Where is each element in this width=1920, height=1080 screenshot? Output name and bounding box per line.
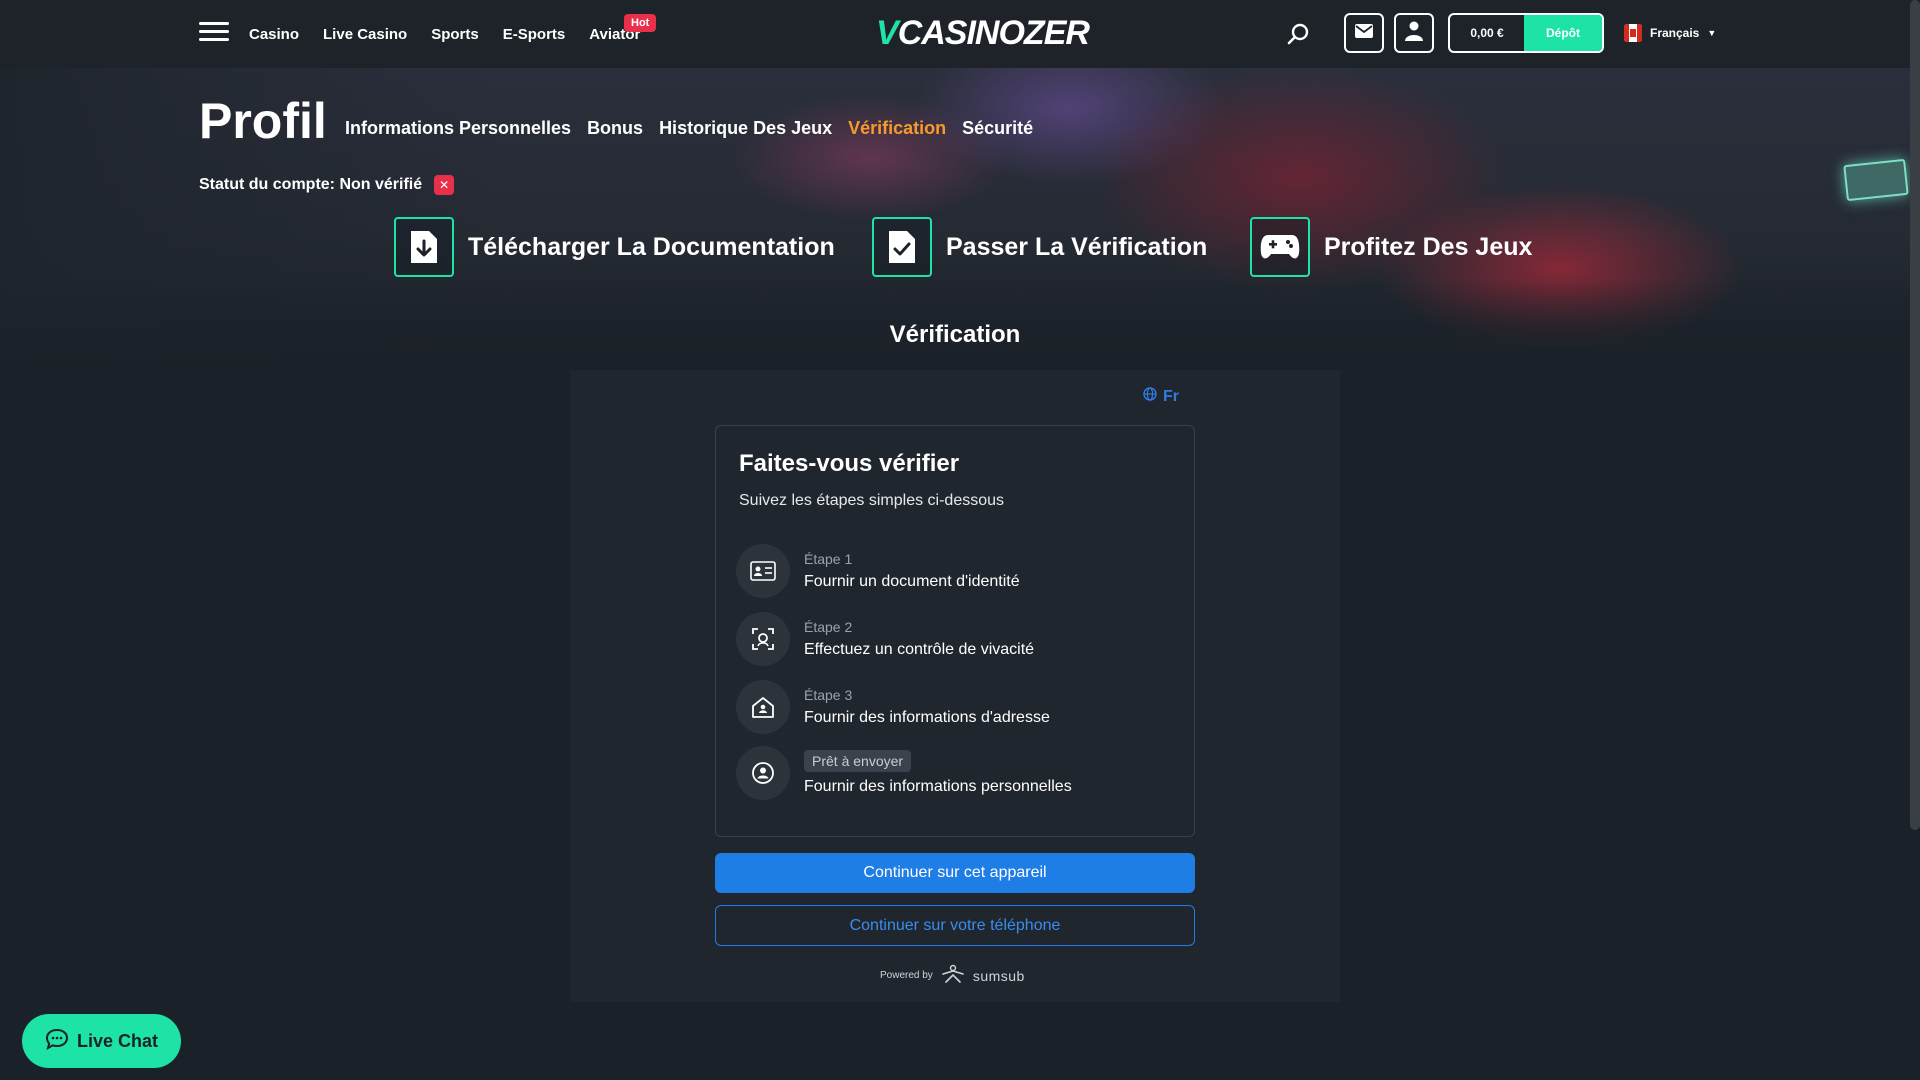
continue-on-phone-button[interactable]: Continuer sur votre téléphone	[715, 905, 1195, 946]
widget-language-switch[interactable]: Fr	[1143, 387, 1179, 406]
live-chat-button[interactable]: Live Chat	[22, 1014, 181, 1068]
person-icon	[736, 746, 790, 800]
step-2-text: Effectuez un contrôle de vivacité	[804, 641, 1035, 658]
file-download-icon	[394, 217, 454, 277]
card-subtitle: Suivez les étapes simples ci-dessous	[739, 492, 1005, 509]
verification-step-4: Prêt à envoyer Fournir des informations …	[736, 746, 1072, 800]
language-selector[interactable]: Français ▼	[1624, 24, 1716, 42]
tab-securite[interactable]: Sécurité	[962, 118, 1033, 139]
tab-informations-personnelles[interactable]: Informations Personnelles	[345, 118, 571, 139]
scrollbar[interactable]	[1910, 0, 1920, 830]
search-icon[interactable]	[1287, 22, 1311, 46]
nav-sports[interactable]: Sports	[431, 26, 479, 43]
nav-e-sports[interactable]: E-Sports	[503, 26, 566, 43]
widget-language-label: Fr	[1163, 387, 1179, 405]
steps-bar-label-2: Passer La Vérification	[946, 232, 1208, 261]
sumsub-logo-icon	[941, 964, 965, 987]
steps-bar-item-3: Profitez Des Jeux	[1250, 216, 1532, 278]
step-3-text: Fournir des informations d'adresse	[804, 709, 1050, 726]
deposit-button[interactable]: Dépôt	[1524, 15, 1602, 51]
step-1-text: Fournir un document d'identité	[804, 573, 1020, 590]
user-icon	[1405, 21, 1423, 46]
nav-casino[interactable]: Casino	[249, 26, 299, 43]
profile-tabs: Informations Personnelles Bonus Historiq…	[345, 118, 1033, 139]
step-4-text: Fournir des informations personnelles	[804, 778, 1072, 795]
chevron-down-icon: ▼	[1707, 28, 1717, 38]
main-nav: Casino Live Casino Sports E-Sports Aviat…	[249, 26, 640, 43]
sumsub-brand: sumsub	[972, 967, 1025, 984]
hamburger-menu-icon[interactable]	[199, 22, 229, 46]
continue-on-device-button[interactable]: Continuer sur cet appareil	[715, 853, 1195, 893]
logo-mark: V	[876, 14, 899, 52]
live-chat-label: Live Chat	[76, 1030, 159, 1051]
tab-bonus[interactable]: Bonus	[587, 118, 643, 139]
ready-to-send-badge: Prêt à envoyer	[804, 750, 912, 772]
account-button[interactable]	[1394, 13, 1434, 53]
powered-by-label: Powered by	[880, 970, 933, 981]
face-scan-icon	[736, 612, 790, 666]
step-1-label: Étape 1	[804, 551, 853, 567]
section-title: Vérification	[889, 321, 1021, 348]
top-navigation-bar: Casino Live Casino Sports E-Sports Aviat…	[0, 0, 1920, 68]
balance-widget: 0,00 € Dépôt	[1448, 13, 1604, 53]
home-icon	[736, 680, 790, 734]
step-2-label: Étape 2	[804, 619, 853, 635]
tab-historique-des-jeux[interactable]: Historique Des Jeux	[659, 118, 832, 139]
powered-by: Powered by sumsub	[880, 964, 1025, 987]
logo-text: CASINOZER	[897, 14, 1090, 52]
verification-step-3: Étape 3 Fournir des informations d'adres…	[736, 680, 1050, 734]
id-card-icon	[736, 544, 790, 598]
gamepad-icon	[1250, 217, 1310, 277]
account-status: Statut du compte: Non vérifié ✕	[199, 175, 455, 195]
file-check-icon	[872, 217, 932, 277]
tab-verification[interactable]: Vérification	[848, 118, 946, 139]
site-logo[interactable]: VCASINOZER	[876, 14, 1090, 53]
globe-icon	[1143, 387, 1157, 406]
neon-sign-decoration	[1843, 158, 1909, 202]
page-title: Profil	[199, 93, 327, 149]
mail-icon	[1355, 23, 1373, 43]
steps-bar-label-3: Profitez Des Jeux	[1324, 232, 1533, 261]
steps-bar-label-1: Télécharger La Documentation	[468, 232, 835, 261]
account-status-text: Statut du compte: Non vérifié	[199, 176, 423, 193]
chat-bubble-icon	[45, 1028, 69, 1055]
balance-amount: 0,00 €	[1470, 26, 1504, 40]
step-3-label: Étape 3	[804, 687, 853, 703]
hot-badge: Hot	[624, 14, 657, 32]
verification-card: Faites-vous vérifier Suivez les étapes s…	[715, 425, 1195, 837]
close-icon: ✕	[434, 175, 455, 195]
language-label: Français	[1650, 26, 1700, 40]
steps-bar-item-1: Télécharger La Documentation	[394, 216, 835, 278]
verification-step-1: Étape 1 Fournir un document d'identité	[736, 544, 1020, 598]
card-title: Faites-vous vérifier	[739, 450, 960, 477]
verification-step-2: Étape 2 Effectuez un contrôle de vivacit…	[736, 612, 1034, 666]
canada-flag-icon	[1624, 24, 1642, 42]
steps-bar-item-2: Passer La Vérification	[872, 216, 1207, 278]
nav-live-casino[interactable]: Live Casino	[323, 26, 407, 43]
messages-button[interactable]	[1344, 13, 1384, 53]
